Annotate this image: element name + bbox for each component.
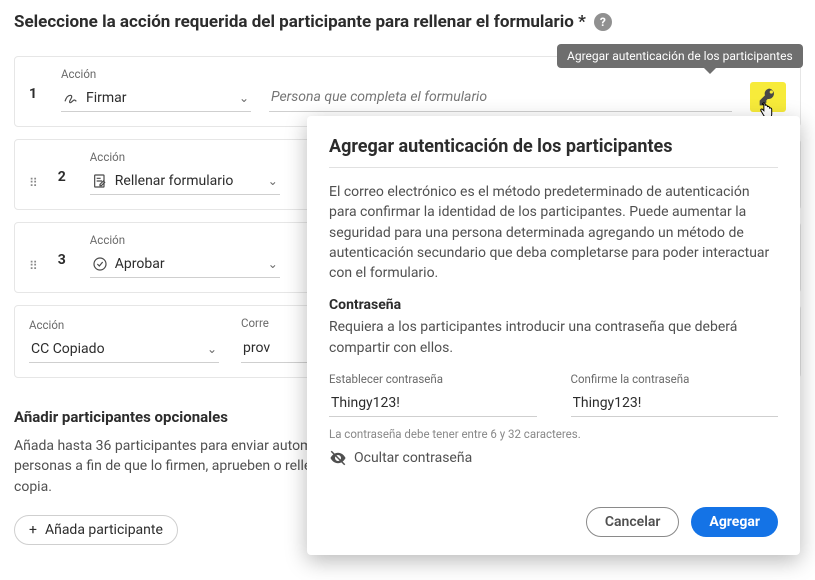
- password-description: Requiera a los participantes introducir …: [329, 317, 778, 358]
- action-label: Acción: [61, 67, 251, 81]
- auth-key-button[interactable]: [750, 82, 786, 112]
- cancel-button[interactable]: Cancelar: [586, 507, 680, 537]
- action-label: Acción: [90, 150, 280, 164]
- chevron-down-icon: ⌄: [207, 342, 217, 356]
- divider: [329, 167, 778, 168]
- action-value: Aprobar: [115, 256, 165, 272]
- action-value: CC Copiado: [31, 341, 105, 357]
- confirm-password-label: Confirme la contraseña: [571, 372, 779, 386]
- action-select[interactable]: Aprobar ⌄: [90, 251, 280, 278]
- participant-input[interactable]: [269, 83, 732, 112]
- hide-password-label: Ocultar contraseña: [354, 450, 472, 466]
- drag-handle-icon[interactable]: ⠿: [29, 264, 40, 278]
- sign-icon: [63, 90, 79, 106]
- set-password-input[interactable]: [329, 390, 537, 417]
- row-number: 2: [58, 169, 72, 195]
- password-heading: Contraseña: [329, 297, 778, 313]
- add-participant-button[interactable]: + Añada participante: [14, 515, 178, 545]
- row-number: 1: [29, 86, 43, 112]
- add-button[interactable]: Agregar: [691, 507, 778, 537]
- action-value: Rellenar formulario: [115, 173, 234, 189]
- eye-off-icon: [329, 449, 347, 467]
- action-select[interactable]: Firmar ⌄: [61, 85, 251, 112]
- dialog-body: El correo electrónico es el método prede…: [329, 182, 778, 283]
- action-value: Firmar: [86, 90, 127, 106]
- chevron-down-icon: ⌄: [268, 174, 278, 188]
- set-password-label: Establecer contraseña: [329, 372, 537, 386]
- add-participant-label: Añada participante: [45, 522, 163, 538]
- chevron-down-icon: ⌄: [239, 91, 249, 105]
- plus-icon: +: [29, 522, 37, 538]
- help-icon[interactable]: ?: [594, 13, 612, 31]
- action-select[interactable]: Rellenar formulario ⌄: [90, 168, 280, 195]
- auth-dialog: Agregar autenticación de los participant…: [307, 116, 800, 555]
- page-title: Seleccione la acción requerida del parti…: [14, 12, 586, 32]
- approve-icon: [92, 256, 108, 272]
- dialog-title: Agregar autenticación de los participant…: [329, 136, 778, 157]
- chevron-down-icon: ⌄: [268, 257, 278, 271]
- hide-password-toggle[interactable]: Ocultar contraseña: [329, 449, 472, 467]
- drag-handle-icon[interactable]: ⠿: [29, 181, 40, 195]
- row-number: 3: [58, 252, 72, 278]
- password-hint: La contraseña debe tener entre 6 y 32 ca…: [329, 427, 778, 441]
- action-select[interactable]: CC Copiado ⌄: [29, 336, 219, 363]
- form-fill-icon: [92, 173, 108, 189]
- action-label: Acción: [29, 318, 219, 332]
- auth-tooltip: Agregar autenticación de los participant…: [557, 44, 803, 68]
- confirm-password-input[interactable]: [571, 390, 779, 417]
- action-label: Acción: [90, 233, 280, 247]
